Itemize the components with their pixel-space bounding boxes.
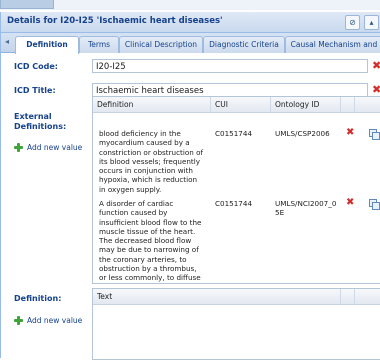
top-tab[interactable] <box>0 0 54 9</box>
definition-line: hypoxia, which is reduction <box>99 175 198 185</box>
definition-line: insufficient blood flow to the <box>99 217 202 227</box>
icd-title-label: ICD Title: <box>14 86 56 95</box>
column-header-spacer <box>341 289 355 304</box>
definition-line: or less commonly, to diffuse <box>99 273 201 283</box>
grid-header: Text <box>93 289 380 305</box>
icd-code-field[interactable]: I20-I25 <box>92 59 368 73</box>
definition-cell: blood deficiency in the myocardium cause… <box>99 129 211 194</box>
column-header-definition[interactable]: Definition <box>93 97 211 112</box>
column-header-actions <box>355 97 380 112</box>
delete-row-icon[interactable]: ✖ <box>346 197 354 208</box>
definition-line: muscle tissue of the heart. <box>99 226 196 236</box>
definition-line: obstruction by a thrombus, <box>99 264 197 274</box>
panel-header: Details for I20-I25 'Ischaemic heart dis… <box>1 12 380 33</box>
column-header-actions <box>355 289 380 304</box>
column-header-spacer <box>341 97 355 112</box>
cui-cell: C0151744 <box>215 129 253 138</box>
definition-line: The decreased blood flow <box>99 236 192 246</box>
tab-causal-mechanism[interactable]: Causal Mechanism and <box>285 36 380 53</box>
add-new-value-label: Add new value <box>27 316 83 325</box>
definition-line: myocardium caused by a <box>99 138 190 148</box>
definition-line: may be due to narrowing of <box>99 245 199 255</box>
definition-label: Definition: <box>14 294 62 303</box>
ontology-id-cell: UMLS/CSP2006 <box>275 129 330 138</box>
external-definitions-grid: Definition CUI Ontology ID blood deficie… <box>92 96 380 284</box>
pin-icon[interactable]: ⊘ <box>345 15 360 30</box>
collapse-icon[interactable]: ▴ <box>364 15 379 30</box>
definition-grid: Text <box>92 288 380 360</box>
definition-line: A disorder of cardiac <box>99 199 174 208</box>
cui-cell: C0151744 <box>215 199 253 208</box>
copy-icon[interactable] <box>369 129 380 140</box>
column-header-cui[interactable]: CUI <box>211 97 271 112</box>
ontology-line: UMLS/NCI2007_0 <box>275 199 337 208</box>
header-tools: ⊘ ▴ <box>345 15 379 30</box>
definition-line: in oxygen supply. <box>99 184 162 194</box>
column-header-ontology-id[interactable]: Ontology ID <box>271 97 341 112</box>
column-header-text[interactable]: Text <box>93 289 341 304</box>
definition-line: the coronary arteries, to <box>99 254 187 264</box>
tab-diagnostic-criteria[interactable]: Diagnostic Criteria <box>203 36 285 53</box>
delete-icon[interactable]: ✖ <box>372 60 380 71</box>
tab-scroll-left-icon[interactable]: ◂ <box>5 37 9 46</box>
top-strip <box>0 0 380 10</box>
icd-code-label: ICD Code: <box>14 62 58 71</box>
grid-header: Definition CUI Ontology ID <box>93 97 380 113</box>
definition-cell: A disorder of cardiac function caused by… <box>99 199 211 283</box>
copy-icon[interactable] <box>369 199 380 210</box>
definition-line: its blood vessels; frequently <box>99 156 200 166</box>
add-icon <box>14 316 23 325</box>
ontology-id-cell: UMLS/NCI2007_0 5E <box>275 199 336 218</box>
panel-title: Details for I20-I25 'Ischaemic heart dis… <box>7 16 223 26</box>
definition-line: function caused by <box>99 208 168 218</box>
tab-terms[interactable]: Terms <box>79 36 119 53</box>
definition-line: blood deficiency in the <box>99 129 181 138</box>
delete-row-icon[interactable]: ✖ <box>346 127 354 138</box>
add-new-value-button[interactable]: Add new value <box>14 316 82 325</box>
tab-definition[interactable]: Definition <box>15 36 79 54</box>
definition-line: occurs in conjunction with <box>99 166 193 176</box>
external-definitions-label: External Definitions: <box>14 112 67 131</box>
tab-clinical-description[interactable]: Clinical Description <box>119 36 203 53</box>
add-new-value-label: Add new value <box>27 143 83 152</box>
delete-icon[interactable]: ✖ <box>372 84 380 95</box>
icd-title-field[interactable]: Ischaemic heart diseases <box>92 83 368 97</box>
add-icon <box>14 143 23 152</box>
tab-bar: ◂ Definition Terms Clinical Description … <box>1 33 380 54</box>
ontology-line: 5E <box>275 208 285 218</box>
add-new-value-button[interactable]: Add new value <box>14 143 82 152</box>
definition-line: constriction or obstruction of <box>99 147 204 157</box>
